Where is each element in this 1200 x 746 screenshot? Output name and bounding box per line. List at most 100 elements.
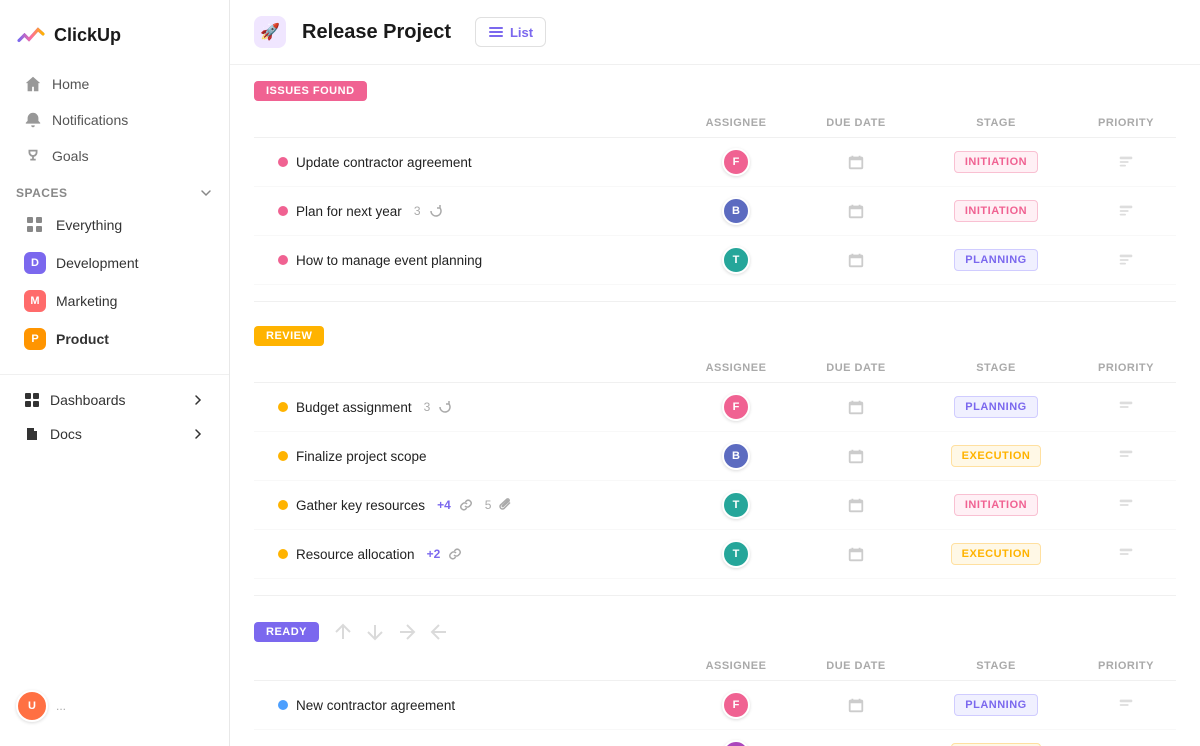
dashboard-icon bbox=[24, 392, 40, 408]
bell-icon bbox=[24, 111, 42, 129]
th-stage-1: STAGE bbox=[916, 117, 1076, 129]
view-selector[interactable]: List bbox=[475, 17, 546, 47]
link-icon bbox=[459, 498, 473, 512]
avatar: F bbox=[722, 740, 750, 746]
project-title: Release Project bbox=[302, 21, 451, 44]
priority-icon bbox=[1117, 545, 1135, 563]
chevron-down-icon bbox=[199, 186, 213, 200]
th-task-r bbox=[254, 362, 676, 374]
user-avatar[interactable]: U bbox=[16, 690, 48, 722]
stage-badge: EXECUTION bbox=[951, 543, 1042, 565]
review-badge: REVIEW bbox=[254, 326, 324, 346]
toolbar-icon-2[interactable] bbox=[363, 620, 387, 644]
nav-docs[interactable]: Docs bbox=[8, 417, 221, 451]
priority-icon bbox=[1117, 202, 1135, 220]
trophy-icon bbox=[24, 147, 42, 165]
calendar-icon bbox=[847, 545, 865, 563]
th-duedate-ready: DUE DATE bbox=[796, 660, 916, 672]
task-dot-yellow bbox=[278, 549, 288, 559]
task-extra: +4 bbox=[437, 498, 451, 512]
toolbar-icon-4[interactable] bbox=[427, 620, 451, 644]
task-dot-yellow bbox=[278, 500, 288, 510]
th-priority-ready: PRIORITY bbox=[1076, 660, 1176, 672]
assignee-cell: F bbox=[676, 691, 796, 719]
th-stage-r: STAGE bbox=[916, 362, 1076, 374]
task-name: Update contractor agreement bbox=[254, 155, 676, 170]
everything-label: Everything bbox=[56, 217, 122, 233]
stage-cell: INITIATION bbox=[916, 151, 1076, 173]
th-priority-r: PRIORITY bbox=[1076, 362, 1176, 374]
calendar-icon bbox=[847, 251, 865, 269]
dashboards-label: Dashboards bbox=[50, 392, 126, 408]
main-content: 🚀 Release Project List ISSUES FOUND ASSI… bbox=[230, 0, 1200, 746]
table-row[interactable]: Plan for next year 3 B INITIATION bbox=[254, 187, 1176, 236]
assignee-cell: F bbox=[676, 393, 796, 421]
table-row[interactable]: Finalize project scope B EXECUTION bbox=[254, 432, 1176, 481]
marketing-label: Marketing bbox=[56, 293, 117, 309]
task-dot-red bbox=[278, 157, 288, 167]
sidebar-item-marketing[interactable]: M Marketing bbox=[8, 282, 221, 320]
table-row[interactable]: How to manage event planning T PLANNING bbox=[254, 236, 1176, 285]
calendar-icon bbox=[847, 696, 865, 714]
assignee-cell: B bbox=[676, 197, 796, 225]
th-priority-1: PRIORITY bbox=[1076, 117, 1176, 129]
priority-cell bbox=[1076, 545, 1176, 563]
calendar-icon bbox=[847, 202, 865, 220]
stage-cell: PLANNING bbox=[916, 396, 1076, 418]
calendar-icon bbox=[847, 447, 865, 465]
task-count: 3 bbox=[424, 400, 431, 414]
section-review: REVIEW ASSIGNEE DUE DATE STAGE PRIORITY … bbox=[230, 310, 1200, 587]
stage-badge: INITIATION bbox=[954, 200, 1038, 222]
table-row[interactable]: Budget assignment 3 F PLANNING bbox=[254, 383, 1176, 432]
clickup-logo-icon bbox=[16, 20, 46, 50]
task-name: Gather key resources +4 5 bbox=[254, 498, 676, 513]
priority-cell bbox=[1076, 398, 1176, 416]
link-icon bbox=[448, 547, 462, 561]
nav-home-label: Home bbox=[52, 76, 89, 92]
priority-cell bbox=[1076, 696, 1176, 714]
task-name: New contractor agreement bbox=[254, 698, 676, 713]
th-task-ready bbox=[254, 660, 676, 672]
duedate-cell bbox=[796, 496, 916, 514]
stage-cell: PLANNING bbox=[916, 694, 1076, 716]
assignee-cell: T bbox=[676, 540, 796, 568]
th-assignee-1: ASSIGNEE bbox=[676, 117, 796, 129]
table-row[interactable]: Resource allocation +2 T EXECUTION bbox=[254, 530, 1176, 579]
assignee-cell: B bbox=[676, 442, 796, 470]
table-row[interactable]: Refresh company website 5 F EXECUTION bbox=[254, 730, 1176, 746]
table-row[interactable]: New contractor agreement F PLANNING bbox=[254, 681, 1176, 730]
table-row[interactable]: Gather key resources +4 5 T INITIATION bbox=[254, 481, 1176, 530]
toolbar-icon-3[interactable] bbox=[395, 620, 419, 644]
assignee-cell: F bbox=[676, 740, 796, 746]
task-dot-yellow bbox=[278, 402, 288, 412]
review-table-header: ASSIGNEE DUE DATE STAGE PRIORITY bbox=[254, 354, 1176, 383]
toolbar-icon-1[interactable] bbox=[331, 620, 355, 644]
priority-cell bbox=[1076, 251, 1176, 269]
user-status: ... bbox=[56, 699, 66, 713]
task-dot-red bbox=[278, 255, 288, 265]
stage-badge: INITIATION bbox=[954, 494, 1038, 516]
sidebar: ClickUp Home Notifications Goals Spaces … bbox=[0, 0, 230, 746]
stage-badge: PLANNING bbox=[954, 396, 1037, 418]
chevron-right-icon2 bbox=[191, 427, 205, 441]
duedate-cell bbox=[796, 202, 916, 220]
nav-goals[interactable]: Goals bbox=[8, 138, 221, 174]
project-icon: 🚀 bbox=[254, 16, 286, 48]
nav-dashboards[interactable]: Dashboards bbox=[8, 383, 221, 417]
table-row[interactable]: Update contractor agreement F INITIATION bbox=[254, 138, 1176, 187]
avatar: F bbox=[722, 691, 750, 719]
nav-home[interactable]: Home bbox=[8, 66, 221, 102]
duedate-cell bbox=[796, 696, 916, 714]
assignee-cell: T bbox=[676, 491, 796, 519]
priority-cell bbox=[1076, 153, 1176, 171]
duedate-cell bbox=[796, 447, 916, 465]
task-name: How to manage event planning bbox=[254, 253, 676, 268]
sidebar-item-development[interactable]: D Development bbox=[8, 244, 221, 282]
nav-goals-label: Goals bbox=[52, 148, 89, 164]
issues-badge: ISSUES FOUND bbox=[254, 81, 367, 101]
priority-cell bbox=[1076, 202, 1176, 220]
nav-notifications[interactable]: Notifications bbox=[8, 102, 221, 138]
sidebar-item-product[interactable]: P Product bbox=[8, 320, 221, 358]
avatar: B bbox=[722, 197, 750, 225]
sidebar-item-everything[interactable]: Everything bbox=[8, 206, 221, 244]
